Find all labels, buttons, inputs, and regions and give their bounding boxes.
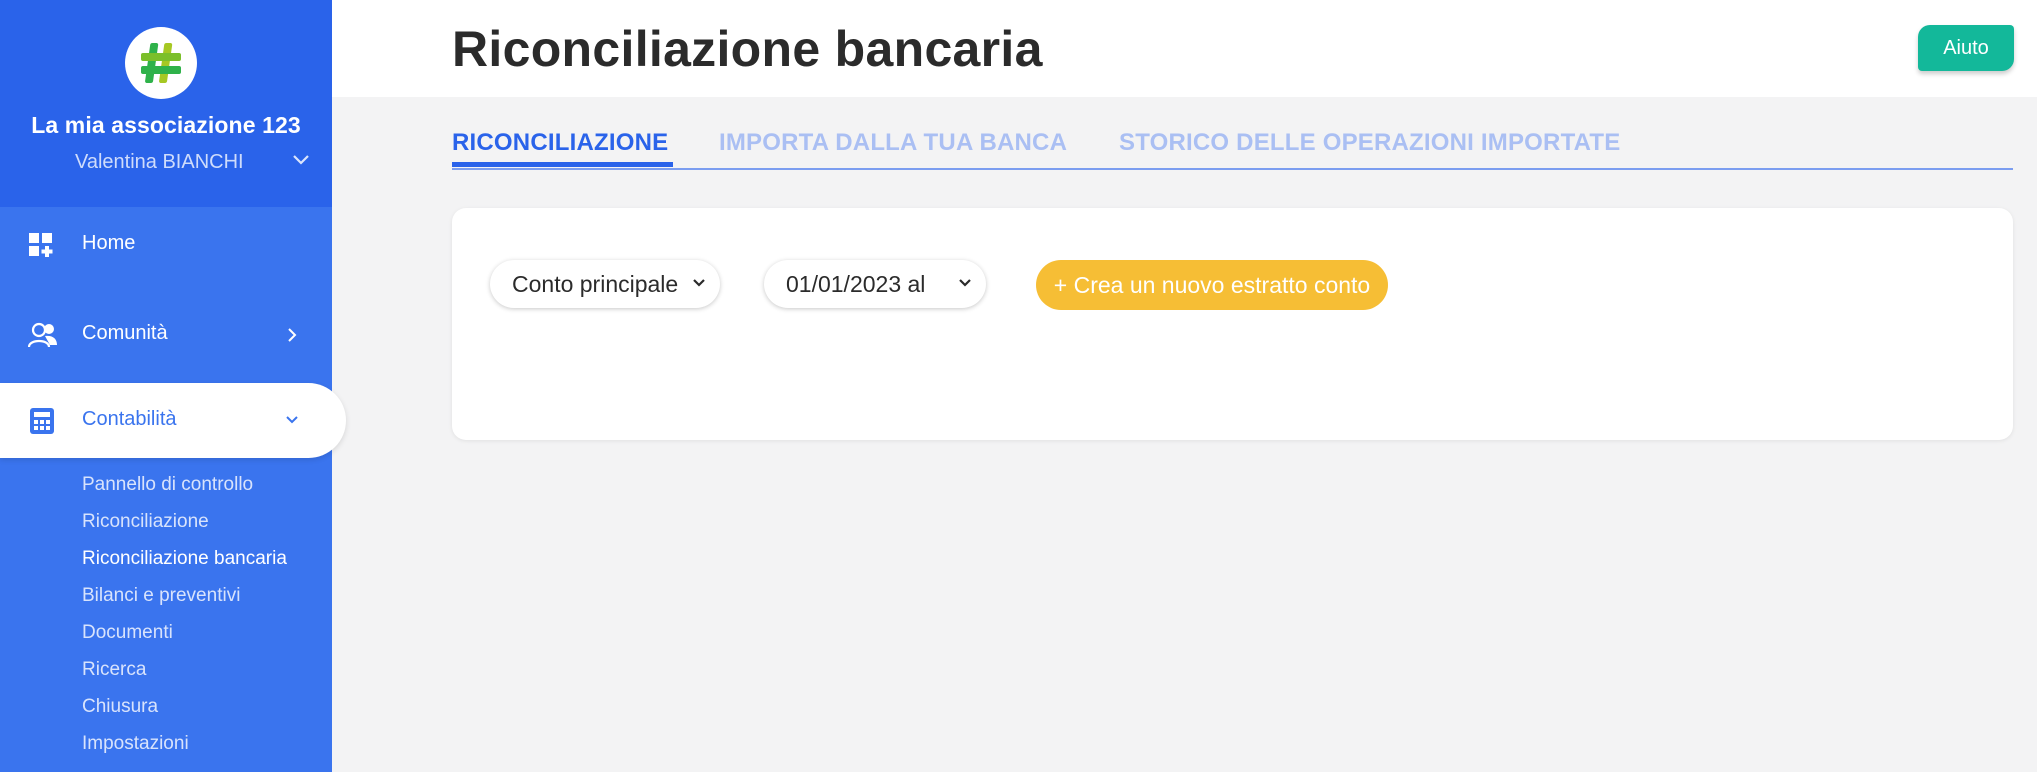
- nav-label-community: Comunità: [82, 322, 168, 344]
- chevron-right-icon: [288, 328, 297, 342]
- create-statement-button[interactable]: + Crea un nuovo estratto conto: [1036, 260, 1388, 310]
- nav-item-accounting[interactable]: Contabilità: [0, 383, 346, 458]
- subnav-item-reconciliation[interactable]: Riconciliazione: [82, 509, 287, 546]
- account-select[interactable]: Conto principale: [490, 260, 720, 308]
- hashtag-logo-icon: [141, 43, 181, 83]
- chevron-down-icon: [293, 155, 309, 165]
- chevron-down-icon: [693, 279, 705, 287]
- tab-reconciliation[interactable]: RICONCILIAZIONE: [452, 129, 668, 157]
- user-menu[interactable]: Valentina BIANCHI: [0, 149, 332, 177]
- sidebar: La mia associazione 123 Valentina BIANCH…: [0, 0, 346, 772]
- nav-label-accounting: Contabilità: [82, 408, 177, 430]
- chevron-down-icon: [286, 416, 298, 424]
- subnav-item-dashboard[interactable]: Pannello di controllo: [82, 472, 287, 509]
- nav-label-home: Home: [82, 232, 136, 254]
- accounting-submenu: Pannello di controllo Riconciliazione Ri…: [82, 472, 287, 768]
- tab-bar: RICONCILIAZIONE IMPORTA DALLA TUA BANCA …: [452, 126, 2013, 170]
- tab-import-history[interactable]: STORICO DELLE OPERAZIONI IMPORTATE: [1119, 129, 1620, 157]
- nav-item-community[interactable]: Comunità: [0, 298, 332, 372]
- subnav-item-settings[interactable]: Impostazioni: [82, 731, 287, 768]
- account-select-value: Conto principale: [512, 271, 679, 297]
- chevron-down-icon: [959, 279, 971, 287]
- users-icon: [28, 322, 57, 348]
- subnav-item-budgets[interactable]: Bilanci e preventivi: [82, 583, 287, 620]
- active-tab-indicator: [452, 162, 673, 167]
- dashboard-icon: [29, 233, 53, 257]
- page-header: Riconciliazione bancaria: [332, 0, 2037, 97]
- subnav-item-closing[interactable]: Chiusura: [82, 694, 287, 731]
- sidebar-header: La mia associazione 123 Valentina BIANCH…: [0, 0, 332, 207]
- reconciliation-card: Conto principale 01/01/2023 al + Crea un…: [452, 208, 2013, 440]
- logo[interactable]: [125, 27, 197, 99]
- user-name: Valentina BIANCHI: [75, 151, 244, 173]
- help-button[interactable]: Aiuto: [1918, 25, 2014, 71]
- nav-item-home[interactable]: Home: [0, 208, 332, 282]
- subnav-item-bank-reconciliation[interactable]: Riconciliazione bancaria: [82, 546, 287, 583]
- date-range-select[interactable]: 01/01/2023 al: [764, 260, 986, 308]
- date-range-value: 01/01/2023 al: [786, 271, 926, 297]
- tab-import-bank[interactable]: IMPORTA DALLA TUA BANCA: [719, 129, 1067, 157]
- organization-name: La mia associazione 123: [31, 112, 301, 138]
- calculator-icon: [30, 408, 54, 434]
- subnav-item-documents[interactable]: Documenti: [82, 620, 287, 657]
- subnav-item-search[interactable]: Ricerca: [82, 657, 287, 694]
- page-title: Riconciliazione bancaria: [452, 21, 1043, 77]
